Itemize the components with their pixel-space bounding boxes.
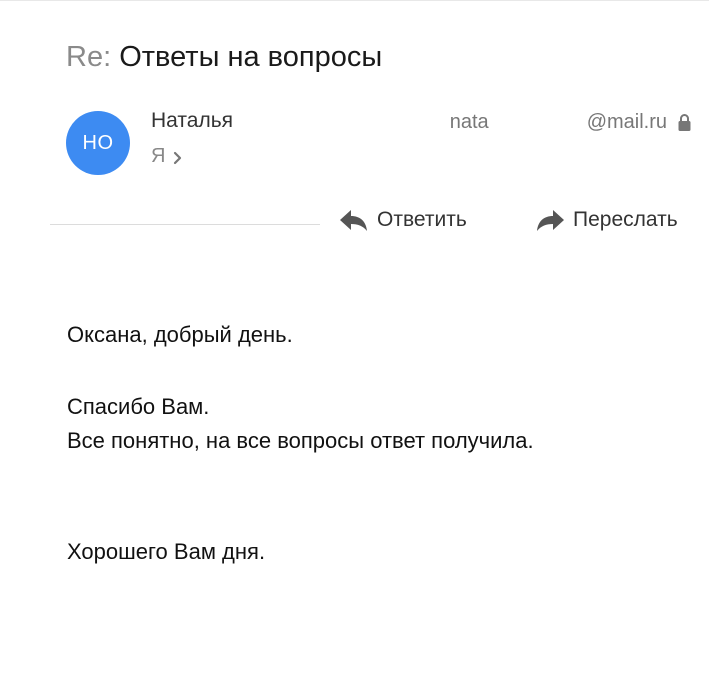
reply-button[interactable]: Ответить [339, 208, 467, 232]
sender-email-local: nata [449, 111, 489, 133]
body-greeting: Оксана, добрый день. [67, 322, 293, 347]
sender-email-domain: @mail.ru [586, 111, 667, 133]
body-closing: Хорошего Вам дня. [67, 539, 266, 564]
forward-icon [537, 210, 564, 231]
email-view: Re: Ответы на вопросы НО Наталья nata @m… [0, 0, 709, 687]
email-subject: Re: Ответы на вопросы [66, 38, 382, 76]
avatar-initials: НО [82, 131, 114, 154]
recipient-label: Я [151, 145, 166, 167]
recipient-toggle[interactable]: Я [151, 145, 182, 168]
reply-icon [340, 210, 367, 231]
reply-label: Ответить [377, 208, 467, 231]
body-line-1: Спасибо Вам. [67, 394, 210, 419]
subject-text: Ответы на вопросы [119, 41, 383, 73]
sender-avatar[interactable]: НО [66, 111, 130, 175]
header-divider [50, 224, 320, 225]
forward-button[interactable]: Переслать [535, 208, 678, 232]
subject-prefix: Re: [66, 41, 112, 73]
sender-email[interactable]: nata @mail.ru [450, 111, 667, 134]
lock-icon [678, 114, 691, 131]
forward-label: Переслать [573, 208, 678, 231]
body-line-2: Все понятно, на все вопросы ответ получи… [67, 428, 534, 453]
chevron-right-icon [174, 151, 182, 164]
sender-name[interactable]: Наталья [151, 109, 233, 133]
